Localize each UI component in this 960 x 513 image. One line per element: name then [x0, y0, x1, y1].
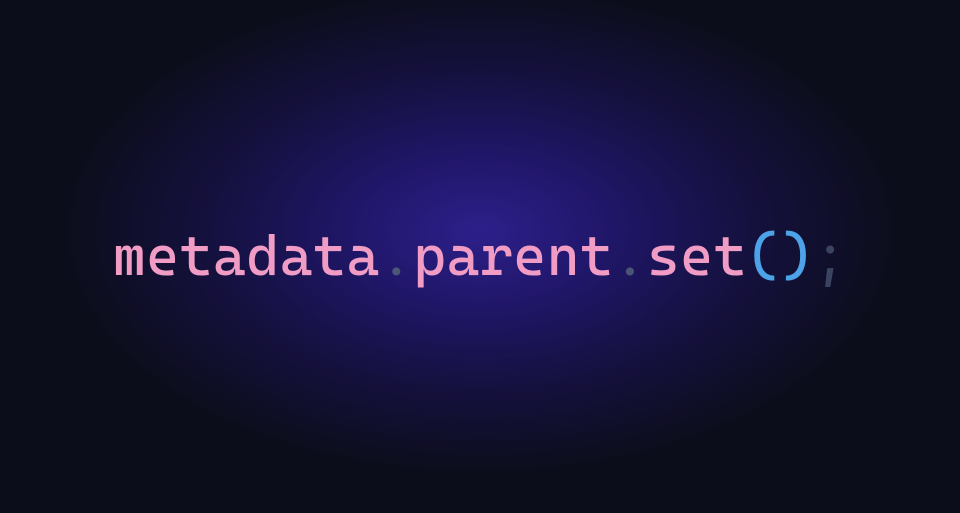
code-snippet: metadata.parent.set();	[113, 224, 847, 289]
identifier-metadata: metadata	[113, 224, 380, 289]
close-paren: )	[780, 224, 813, 289]
dot-operator-1: .	[380, 224, 413, 289]
method-set: set	[647, 224, 747, 289]
dot-operator-2: .	[613, 224, 646, 289]
identifier-parent: parent	[413, 224, 613, 289]
semicolon: ;	[814, 224, 847, 289]
open-paren: (	[747, 224, 780, 289]
